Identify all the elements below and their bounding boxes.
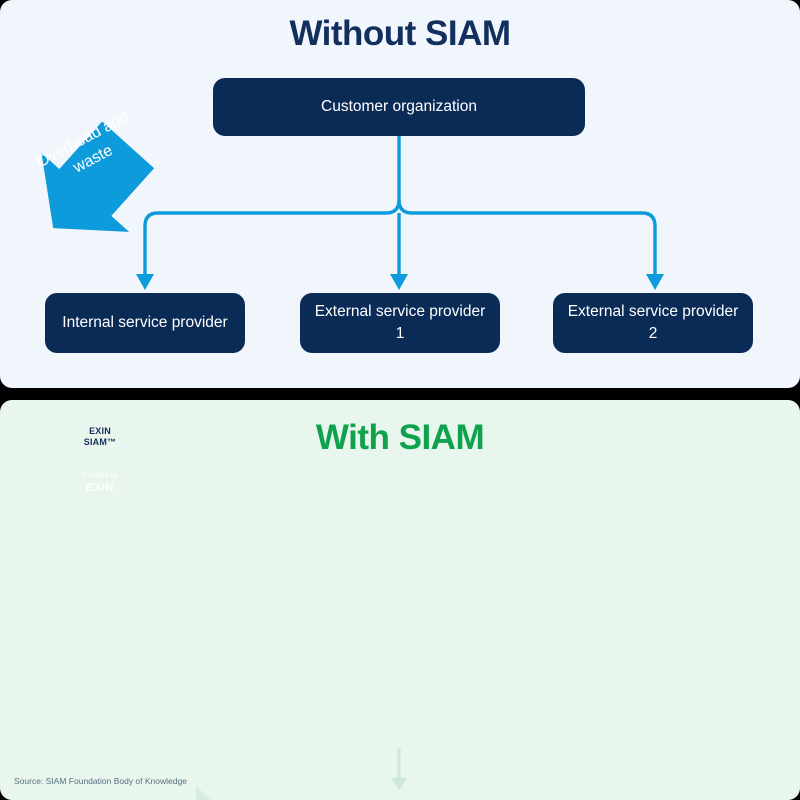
node-customer-organization-without[interactable]: Customer organization — [213, 78, 585, 136]
node-external-service-provider-1-without[interactable]: External service provider 1 — [300, 293, 500, 353]
badge-exin-logo-text: EXIN — [86, 482, 114, 494]
overhead-and-waste-arrow — [41, 121, 155, 232]
badge-name-line2: SIAM™ — [83, 437, 117, 448]
source-note: Source: SIAM Foundation Body of Knowledg… — [14, 776, 187, 786]
badge-name-line1: EXIN — [89, 426, 111, 436]
badge-name-text: EXIN SIAM™ — [52, 426, 148, 449]
badge-certified-by-text: Certified by — [82, 472, 118, 479]
panel-with-siam: With SIAM EXIN SIAM™ Certified by EXIN S… — [0, 400, 800, 800]
page-title-without-siam: Without SIAM — [289, 14, 511, 53]
node-external-service-provider-2-without[interactable]: External service provider 2 — [553, 293, 753, 353]
connector-lines-with-siam — [145, 748, 407, 800]
node-internal-service-provider-without[interactable]: Internal service provider — [45, 293, 245, 353]
diagram-canvas: Without SIAM Overhead and waste Customer… — [0, 0, 800, 800]
panel-without-siam: Without SIAM Overhead and waste Customer… — [0, 0, 800, 388]
